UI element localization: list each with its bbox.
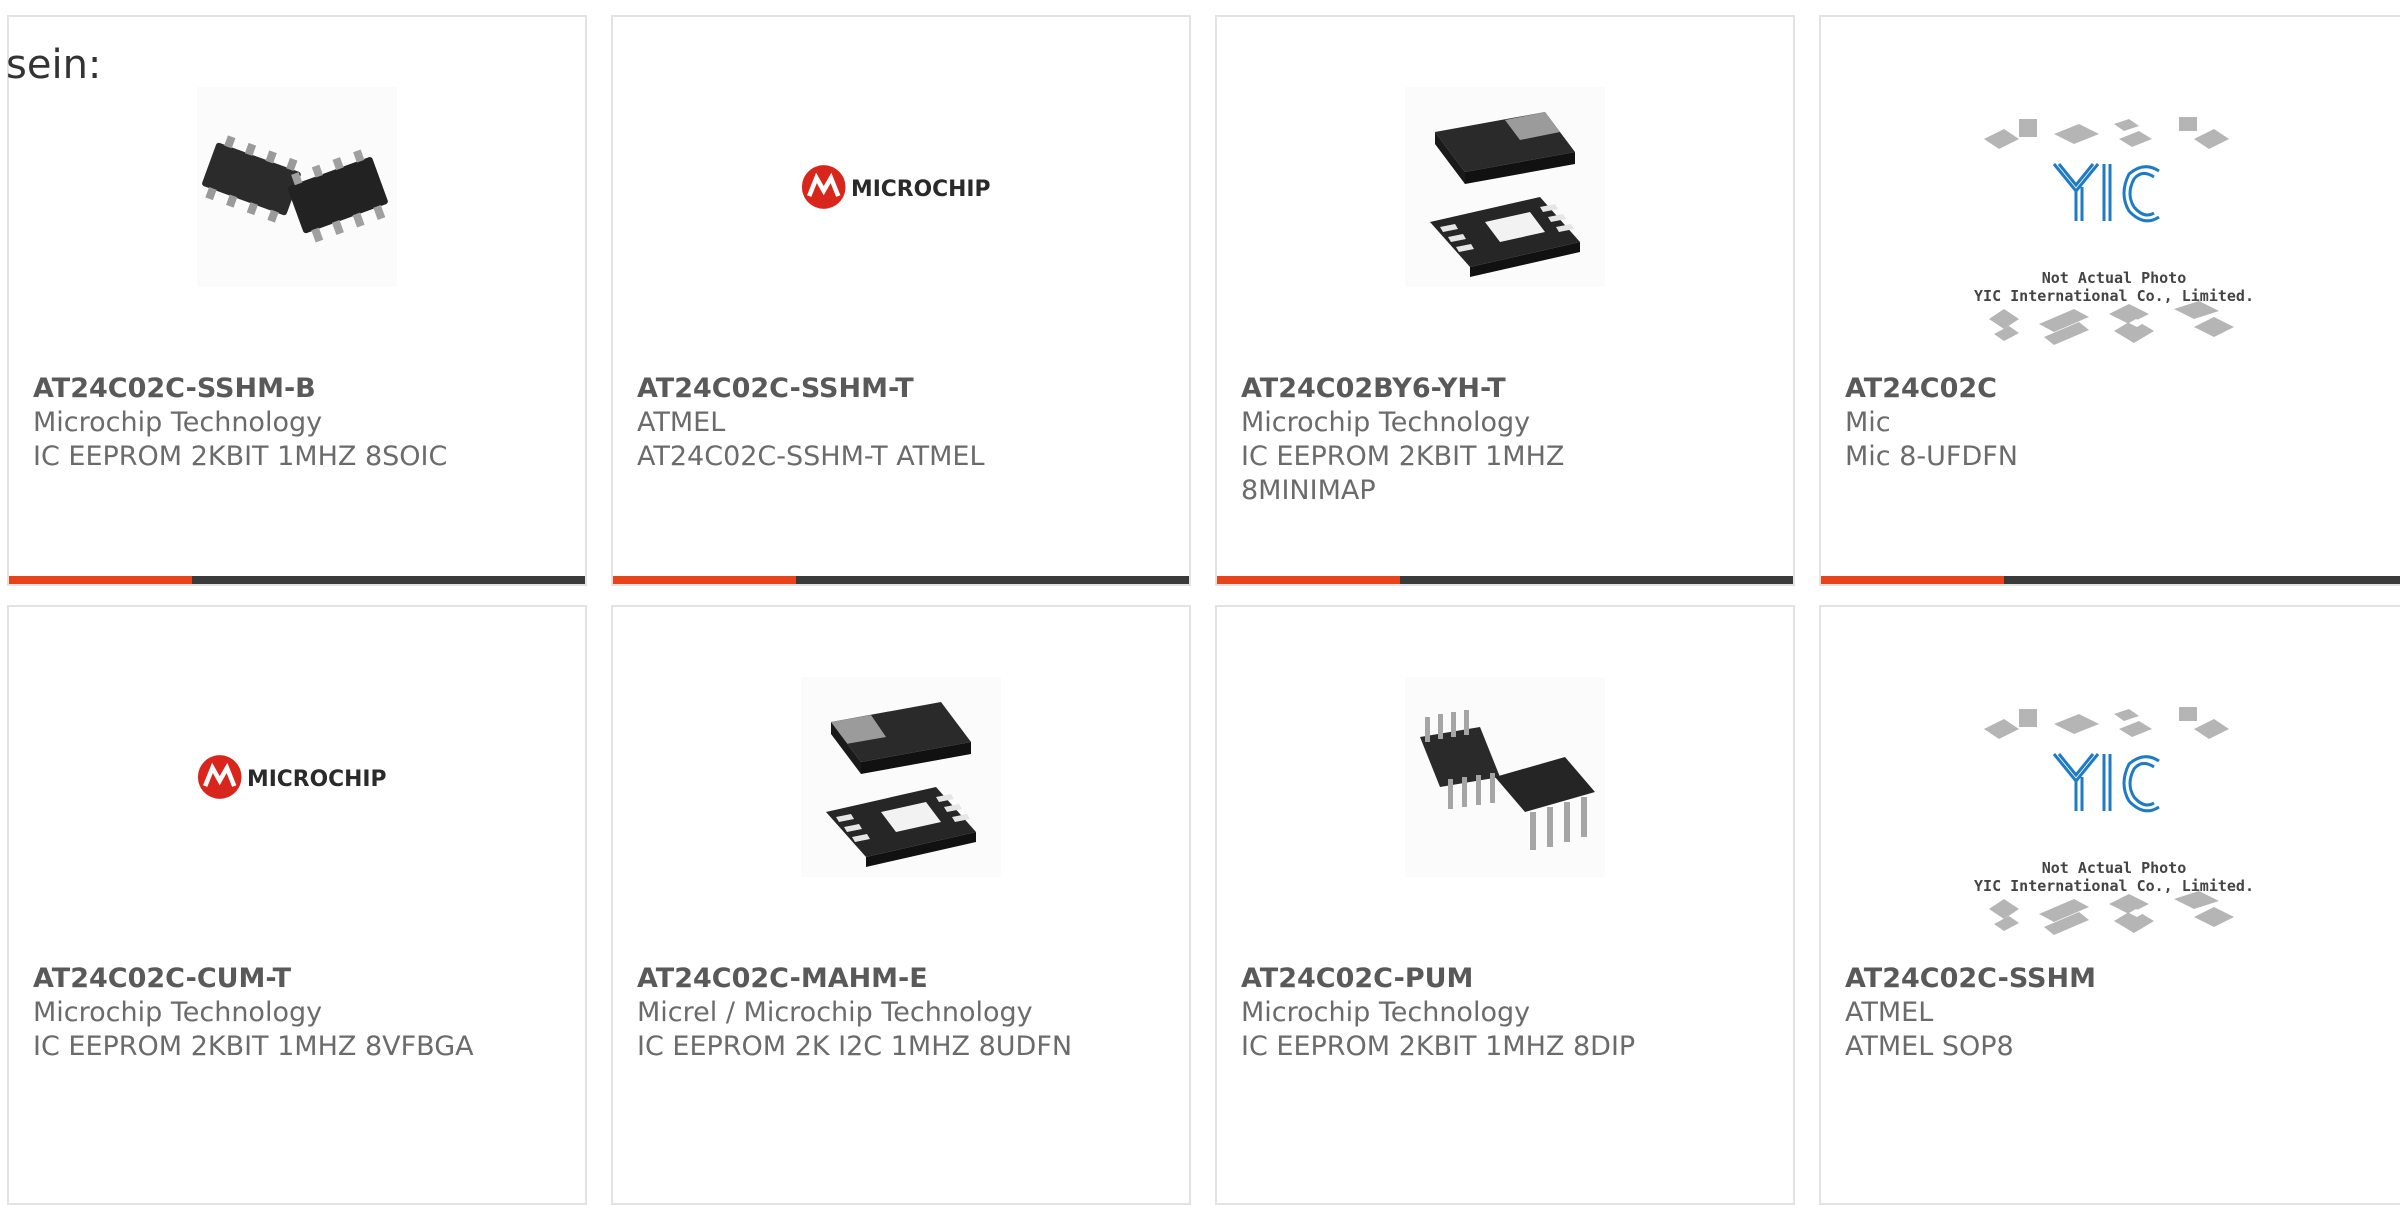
description: ATMEL SOP8: [1845, 1031, 2014, 1062]
card-bottom-bar: [1821, 576, 2400, 584]
product-card[interactable]: Not Actual Photo YIC International Co., …: [1819, 15, 2400, 586]
product-image-dip: [1405, 677, 1605, 877]
dip-chip-icon: [1420, 710, 1595, 850]
product-card[interactable]: Not Actual Photo YIC International Co., …: [1819, 605, 2400, 1205]
dfn-chip-icon: [826, 702, 976, 867]
manufacturer: ATMEL: [1845, 997, 1934, 1028]
description: Mic 8-UFDFN: [1845, 441, 2018, 472]
yic-placeholder-icon: [1984, 707, 2234, 935]
description: IC EEPROM 2KBIT 1MHZ 8MINIMAP: [1241, 441, 1565, 506]
part-number[interactable]: AT24C02C-CUM-T: [33, 962, 561, 996]
product-card[interactable]: MICROCHIP AT24C02C-CUM-T Microchip Techn…: [7, 605, 587, 1205]
part-number[interactable]: AT24C02C: [1845, 372, 2383, 406]
part-number[interactable]: AT24C02BY6-YH-T: [1241, 372, 1769, 406]
card-bottom-bar: [613, 576, 1189, 584]
product-card[interactable]: AT24C02C-SSHM-B Microchip Technology IC …: [7, 15, 587, 586]
product-image-logo: MICROCHIP: [801, 87, 1001, 287]
microchip-logo-icon: MICROCHIP: [801, 165, 990, 209]
logo-text: MICROCHIP: [247, 767, 386, 792]
part-number[interactable]: AT24C02C-MAHM-E: [637, 962, 1165, 996]
manufacturer: Microchip Technology: [1241, 997, 1531, 1028]
manufacturer: Micrel / Microchip Technology: [637, 997, 1033, 1028]
part-number[interactable]: AT24C02C-PUM: [1241, 962, 1769, 996]
card-accent-bar: [1217, 576, 1400, 584]
product-card[interactable]: MICROCHIP AT24C02C-SSHM-T ATMEL AT24C02C…: [611, 15, 1191, 586]
microchip-logo-icon: MICROCHIP: [197, 755, 386, 799]
product-image-dfn: [801, 677, 1001, 877]
manufacturer: Microchip Technology: [1241, 407, 1531, 438]
soic-chip-icon: [202, 135, 388, 243]
description: IC EEPROM 2KBIT 1MHZ 8DIP: [1241, 1031, 1636, 1062]
part-number[interactable]: AT24C02C-SSHM-B: [33, 372, 561, 406]
product-image-placeholder: Not Actual Photo YIC International Co., …: [1974, 699, 2254, 949]
dfn-chip-icon: [1430, 112, 1580, 277]
manufacturer: Microchip Technology: [33, 407, 323, 438]
product-card[interactable]: AT24C02C-MAHM-E Micrel / Microchip Techn…: [611, 605, 1191, 1205]
placeholder-caption: Not Actual Photo YIC International Co., …: [1974, 859, 2254, 895]
intro-text: sein:: [6, 42, 102, 88]
logo-text: MICROCHIP: [851, 177, 990, 202]
placeholder-caption: Not Actual Photo YIC International Co., …: [1974, 269, 2254, 305]
product-image-placeholder: Not Actual Photo YIC International Co., …: [1974, 109, 2254, 359]
description: IC EEPROM 2K I2C 1MHZ 8UDFN: [637, 1031, 1073, 1062]
product-card[interactable]: AT24C02C-PUM Microchip Technology IC EEP…: [1215, 605, 1795, 1205]
part-number[interactable]: AT24C02C-SSHM: [1845, 962, 2383, 996]
card-bottom-bar: [1217, 576, 1793, 584]
manufacturer: ATMEL: [637, 407, 726, 438]
product-card[interactable]: AT24C02BY6-YH-T Microchip Technology IC …: [1215, 15, 1795, 586]
card-accent-bar: [613, 576, 796, 584]
card-bottom-bar: [9, 576, 585, 584]
manufacturer: Mic: [1845, 407, 1891, 438]
card-accent-bar: [1821, 576, 2004, 584]
product-image-dfn: [1405, 87, 1605, 287]
description: IC EEPROM 2KBIT 1MHZ 8VFBGA: [33, 1031, 474, 1062]
yic-placeholder-icon: [1984, 117, 2234, 345]
card-accent-bar: [9, 576, 192, 584]
description: IC EEPROM 2KBIT 1MHZ 8SOIC: [33, 441, 448, 472]
description: AT24C02C-SSHM-T ATMEL: [637, 441, 985, 472]
manufacturer: Microchip Technology: [33, 997, 323, 1028]
product-image-soic: [197, 87, 397, 287]
part-number[interactable]: AT24C02C-SSHM-T: [637, 372, 1165, 406]
product-image-logo: MICROCHIP: [197, 677, 397, 877]
